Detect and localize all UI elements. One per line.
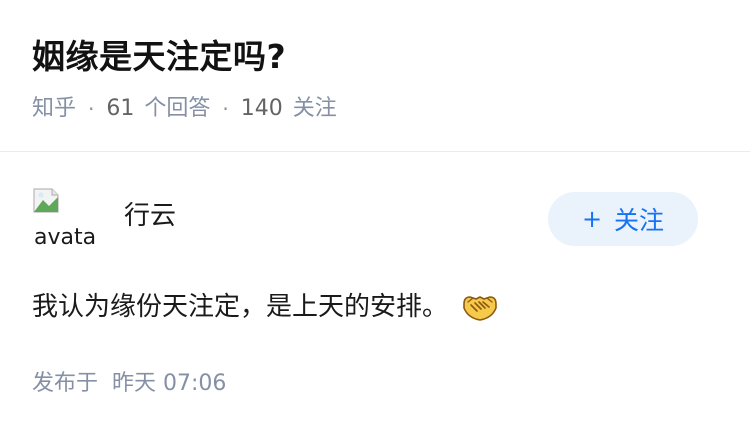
- publish-time: 昨天 07:06: [112, 371, 227, 396]
- answer-content[interactable]: 我认为缘份天注定，是上天的安排。: [32, 287, 498, 327]
- publish-info: 发布于 昨天 07:06: [32, 367, 226, 401]
- plus-icon: +: [581, 205, 603, 233]
- source-label: 知乎: [32, 96, 77, 121]
- follow-button[interactable]: + 关注: [548, 192, 698, 246]
- follow-button-label: 关注: [614, 206, 665, 235]
- author-name[interactable]: 行云: [124, 199, 176, 233]
- followers-count: 140: [240, 96, 283, 121]
- meta-separator: ·: [88, 97, 95, 121]
- answer-text: 我认为缘份天注定，是上天的安排。: [32, 292, 449, 322]
- question-header: 姻缘是天注定吗? 知乎 · 61 个回答 · 140 关注: [0, 0, 750, 152]
- answers-label: 个回答: [144, 96, 211, 121]
- avatar[interactable]: avatar: [32, 185, 98, 251]
- publish-label: 发布于: [32, 371, 99, 396]
- answer-card: avatar 行云 + 关注 我认为缘份天注定，是上天的安排。 发布于 昨天 0…: [0, 153, 750, 434]
- followers-label: 关注: [292, 96, 337, 121]
- question-meta: 知乎 · 61 个回答 · 140 关注: [32, 92, 337, 126]
- broken-image-icon: [33, 188, 59, 213]
- answers-count: 61: [106, 96, 135, 121]
- avatar-alt-text: avatar: [34, 225, 98, 250]
- handshake-emoji-icon: [463, 296, 497, 321]
- question-title[interactable]: 姻缘是天注定吗?: [32, 34, 286, 80]
- meta-separator: ·: [222, 97, 229, 121]
